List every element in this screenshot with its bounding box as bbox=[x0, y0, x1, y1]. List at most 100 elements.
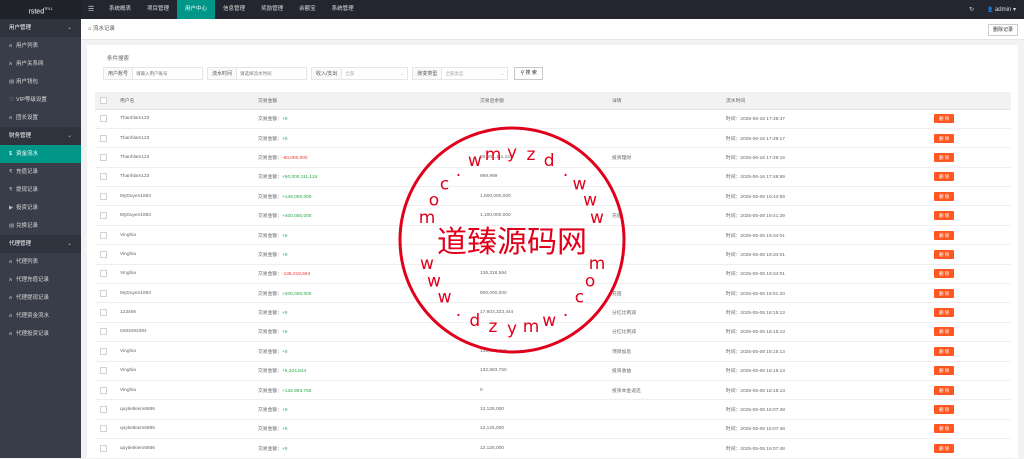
select-all-checkbox[interactable] bbox=[100, 96, 107, 104]
sidebar-item[interactable]: ₹ 提现记录 bbox=[0, 181, 81, 199]
delete-button[interactable]: 删 除 bbox=[934, 230, 955, 240]
delete-button[interactable]: 删 除 bbox=[934, 288, 955, 298]
row-checkbox[interactable] bbox=[100, 153, 107, 161]
sidebar-item[interactable]: ▶ 投资记录 bbox=[0, 199, 81, 217]
sidebar-item[interactable]: ♡ VIP等级设置 bbox=[0, 91, 81, 109]
row-checkbox[interactable] bbox=[100, 347, 107, 355]
sidebar-item[interactable]: $ 资金流水 bbox=[0, 145, 81, 163]
sidebar-group[interactable]: 代理管理 ⌄ bbox=[0, 235, 81, 253]
table-row: 123456 交易金额：+0 17,603,323,444 分红比例减 时间：2025-… bbox=[95, 302, 1011, 323]
search-button[interactable]: ⚲ 搜 索 bbox=[514, 67, 543, 80]
sidebar-item[interactable]: ጰ 代理提现记录 bbox=[0, 289, 81, 307]
sidebar-group[interactable]: 用户管理 ⌄ bbox=[0, 19, 81, 37]
delete-button[interactable]: 删 除 bbox=[934, 405, 955, 415]
sidebar-item[interactable]: ጰ 用户列表 bbox=[0, 37, 81, 55]
breadcrumb-home[interactable]: ⌂ 流水记录 bbox=[88, 19, 115, 40]
delete-button[interactable]: 删 除 bbox=[934, 152, 955, 162]
top-nav-item[interactable]: 系统概表 bbox=[101, 0, 139, 19]
flow-time-input[interactable] bbox=[237, 67, 308, 80]
chevron-down-icon: ⌄ bbox=[66, 133, 72, 139]
sidebar-group-label: 用户管理 bbox=[9, 25, 32, 31]
table-row: Thanhlam123 交易金额：+0 时间：2025-06-16 17:49:17… bbox=[95, 128, 1011, 149]
row-checkbox[interactable] bbox=[100, 231, 107, 239]
row-checkbox[interactable] bbox=[100, 309, 107, 317]
top-nav-item[interactable]: 奖励管理 bbox=[253, 0, 291, 19]
sidebar-item[interactable]: ጰ 团长设置 bbox=[0, 109, 81, 127]
cell-amount: 交易金额：+148,000,000 bbox=[253, 186, 475, 207]
sidebar-item[interactable]: ₹ 充值记录 bbox=[0, 163, 81, 181]
user-account-input[interactable] bbox=[133, 67, 204, 80]
sidebar-item[interactable]: ጰ 代理充值记录 bbox=[0, 271, 81, 289]
amount-value: +0 bbox=[282, 252, 288, 258]
row-checkbox[interactable] bbox=[100, 270, 107, 278]
top-nav-item[interactable]: 项目管理 bbox=[139, 0, 177, 19]
filter-row: 用户账号 流水时间 收入/支出 全部 ⌄ 账变类型 全部类型 ⌄ ⚲ 搜 索 bbox=[103, 67, 543, 80]
table-header-row: 用户名 交易金额 交易后余额 详情 流水时间 bbox=[95, 92, 1011, 110]
row-checkbox[interactable] bbox=[100, 444, 107, 452]
sidebar-group[interactable]: 财务管理 ⌄ bbox=[0, 127, 81, 145]
delete-button[interactable]: 删 除 bbox=[934, 249, 955, 259]
top-nav: 系统概表 项目管理 用户中心 信息管理 奖励管理 余额宝 系统管理 bbox=[101, 0, 362, 19]
sidebar-item-label: 用户关系网 bbox=[16, 61, 44, 67]
inout-select[interactable]: 全部 ⌄ bbox=[342, 67, 409, 80]
time-prefix: 时间： bbox=[726, 349, 741, 355]
cell-actions: 删 除 bbox=[929, 380, 1011, 401]
row-checkbox[interactable] bbox=[100, 212, 107, 220]
row-checkbox[interactable] bbox=[100, 115, 107, 123]
delete-button[interactable]: 删 除 bbox=[934, 133, 955, 143]
sidebar-item-icon: ₹ bbox=[9, 187, 13, 193]
delete-button[interactable]: 删 除 bbox=[934, 385, 955, 395]
delete-button[interactable]: 删 除 bbox=[934, 211, 955, 221]
amount-value: +132,993,750 bbox=[282, 388, 312, 394]
delete-button[interactable]: 删 除 bbox=[934, 424, 955, 434]
sidebar-item[interactable]: ▤ 兑换记录 bbox=[0, 217, 81, 235]
row-checkbox[interactable] bbox=[100, 328, 107, 336]
menu-toggle-icon[interactable]: ☰ bbox=[88, 0, 94, 19]
row-checkbox[interactable] bbox=[100, 250, 107, 258]
app-logo[interactable]: rstedTPL1 bbox=[0, 0, 81, 19]
delete-button[interactable]: 删 除 bbox=[934, 443, 955, 453]
row-checkbox[interactable] bbox=[100, 289, 107, 297]
time-value: 2025-06-16 17:49:47 bbox=[740, 117, 785, 123]
row-checkbox[interactable] bbox=[100, 192, 107, 200]
row-checkbox[interactable] bbox=[100, 406, 107, 414]
table-row: Vinghia 交易金额：-136,318,594 136,318,594 时间：20… bbox=[95, 264, 1011, 285]
delete-records-button[interactable]: 删除记录 bbox=[987, 24, 1018, 36]
cell-time: 时间：2025-06-16 17:49:17 bbox=[721, 128, 929, 149]
delete-button[interactable]: 删 除 bbox=[934, 327, 955, 337]
breadcrumb: ⌂ 流水记录 删除记录 bbox=[81, 19, 1024, 40]
change-type-select[interactable]: 全部类型 ⌄ bbox=[442, 67, 509, 80]
delete-button[interactable]: 删 除 bbox=[934, 191, 955, 201]
sidebar-item[interactable]: ጰ 代理资金流水 bbox=[0, 307, 81, 325]
amount-value: +0 bbox=[282, 117, 288, 123]
delete-button[interactable]: 删 除 bbox=[934, 308, 955, 318]
time-prefix: 时间： bbox=[726, 311, 741, 317]
top-nav-item[interactable]: 用户中心 bbox=[177, 0, 216, 19]
sidebar-item[interactable]: ▤ 用户钱包 bbox=[0, 73, 81, 91]
sidebar-item[interactable]: ጰ 用户关系网 bbox=[0, 55, 81, 73]
flow-time-label: 流水时间 bbox=[207, 67, 238, 80]
row-checkbox[interactable] bbox=[100, 425, 107, 433]
delete-button[interactable]: 删 除 bbox=[934, 346, 955, 356]
row-checkbox[interactable] bbox=[100, 173, 107, 181]
row-checkbox[interactable] bbox=[100, 386, 107, 394]
top-nav-item[interactable]: 余额宝 bbox=[291, 0, 324, 19]
row-checkbox[interactable] bbox=[100, 134, 107, 142]
sidebar-item-icon: ▤ bbox=[9, 223, 15, 229]
row-checkbox[interactable] bbox=[100, 367, 107, 375]
delete-button[interactable]: 删 除 bbox=[934, 269, 955, 279]
table-row: 0283482384 交易金额：+0 分红比例减 时间：2025-05-08 18:1… bbox=[95, 322, 1011, 343]
refresh-icon[interactable]: ↻ bbox=[969, 6, 974, 13]
delete-button[interactable]: 删 除 bbox=[934, 172, 955, 182]
cell-balance bbox=[475, 244, 607, 265]
time-prefix: 时间： bbox=[726, 388, 741, 394]
delete-button[interactable]: 删 除 bbox=[934, 366, 955, 376]
cell-amount: 交易金额：+0 bbox=[253, 128, 475, 149]
amount-prefix: 交易金额： bbox=[258, 427, 282, 433]
top-nav-item[interactable]: 信息管理 bbox=[215, 0, 253, 19]
user-menu[interactable]: 👤 admin ▾ bbox=[987, 6, 1016, 13]
delete-button[interactable]: 删 除 bbox=[934, 114, 955, 124]
top-nav-item[interactable]: 系统管理 bbox=[324, 0, 362, 19]
sidebar-item[interactable]: ጰ 代理列表 bbox=[0, 253, 81, 271]
sidebar-item[interactable]: ጰ 代理投资记录 bbox=[0, 325, 81, 343]
